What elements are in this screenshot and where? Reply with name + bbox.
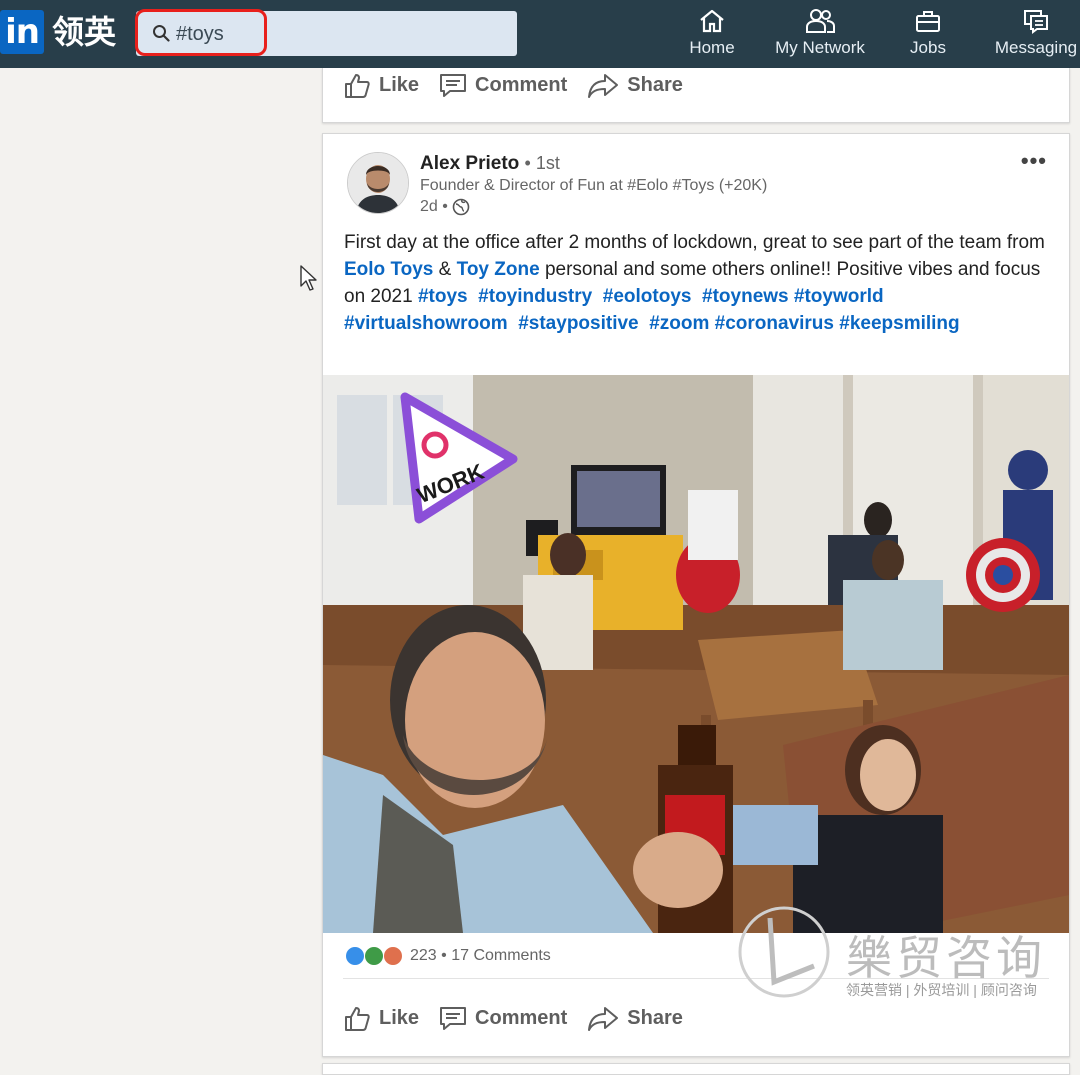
connection-degree: • 1st bbox=[524, 153, 560, 173]
globe-icon bbox=[452, 198, 470, 216]
love-reaction-icon bbox=[383, 946, 403, 966]
mention-toy-zone[interactable]: Toy Zone bbox=[457, 259, 540, 280]
share-label: Share bbox=[627, 73, 683, 96]
previous-post-actions: Like Comment Share bbox=[343, 65, 703, 105]
like-label: Like bbox=[379, 1006, 420, 1029]
post-text-part: & bbox=[433, 259, 457, 280]
previous-post-card: Like Comment Share bbox=[322, 68, 1070, 123]
like-reaction-icon bbox=[345, 946, 365, 966]
hashtag-link[interactable]: #coronavirus bbox=[715, 313, 834, 334]
reactions-count[interactable]: 223 bbox=[410, 947, 437, 965]
mention-eolo-toys[interactable]: Eolo Toys bbox=[344, 259, 433, 280]
hashtag-link[interactable]: #toynews bbox=[702, 286, 789, 307]
search-highlight-annotation bbox=[135, 9, 267, 56]
thumbs-up-icon bbox=[345, 74, 370, 98]
nav-home[interactable]: Home bbox=[688, 8, 736, 58]
like-button[interactable]: Like bbox=[343, 71, 419, 99]
top-navigation-bar: in 领英 Home My Network Jobs bbox=[0, 0, 1080, 68]
reaction-icons bbox=[345, 946, 403, 966]
nav-messaging[interactable]: Messaging bbox=[992, 8, 1080, 58]
comment-button[interactable]: Comment bbox=[439, 71, 567, 99]
post-actions: Like Comment Share bbox=[343, 998, 703, 1038]
comment-label: Comment bbox=[475, 73, 568, 96]
avatar-photo bbox=[348, 153, 408, 213]
post-meta: 2d • bbox=[420, 198, 470, 216]
comments-count[interactable]: • 17 Comments bbox=[441, 947, 551, 965]
thumbs-up-icon bbox=[345, 1007, 370, 1031]
briefcase-icon bbox=[916, 11, 940, 32]
post-text-part: First day at the office after 2 months o… bbox=[344, 232, 1045, 253]
share-label: Share bbox=[627, 1006, 683, 1029]
post-photo[interactable]: WORK bbox=[323, 375, 1069, 933]
linkedin-logo[interactable]: in bbox=[0, 10, 44, 54]
nav-home-label: Home bbox=[689, 38, 735, 57]
like-button[interactable]: Like bbox=[343, 1004, 419, 1032]
author-headline: Founder & Director of Fun at #Eolo #Toys… bbox=[420, 177, 768, 194]
home-icon bbox=[700, 9, 724, 33]
share-button[interactable]: Share bbox=[587, 71, 683, 99]
comment-icon bbox=[440, 74, 467, 97]
hashtag-link[interactable]: #eolotoys bbox=[603, 286, 692, 307]
post-card: Alex Prieto • 1st Founder & Director of … bbox=[322, 133, 1070, 1057]
author-avatar[interactable] bbox=[347, 152, 409, 214]
network-icon bbox=[806, 9, 835, 33]
nav-my-network-label: My Network bbox=[775, 38, 865, 57]
share-icon bbox=[588, 74, 619, 98]
author-name[interactable]: Alex Prieto • 1st bbox=[420, 153, 560, 175]
hashtag-link[interactable]: #zoom bbox=[649, 313, 709, 334]
hashtag-link[interactable]: #staypositive bbox=[518, 313, 638, 334]
hashtag-link[interactable]: #toyindustry bbox=[478, 286, 592, 307]
post-text: First day at the office after 2 months o… bbox=[344, 229, 1056, 337]
mouse-cursor-icon bbox=[300, 265, 317, 291]
nav-jobs-label: Jobs bbox=[910, 38, 946, 57]
social-counts[interactable]: 223 • 17 Comments bbox=[345, 946, 551, 966]
comment-label: Comment bbox=[475, 1006, 568, 1029]
hashtag-link[interactable]: #keepsmiling bbox=[839, 313, 959, 334]
like-label: Like bbox=[379, 73, 420, 96]
celebrate-reaction-icon bbox=[364, 946, 384, 966]
office-selfie-image: WORK bbox=[323, 375, 1069, 933]
share-button[interactable]: Share bbox=[587, 1004, 683, 1032]
linkedin-logo-text[interactable]: 领英 bbox=[52, 12, 116, 52]
comment-icon bbox=[440, 1007, 467, 1030]
next-post-card bbox=[322, 1063, 1070, 1075]
messaging-icon bbox=[1024, 10, 1048, 34]
nav-my-network[interactable]: My Network bbox=[770, 8, 870, 58]
divider bbox=[343, 978, 1049, 979]
share-icon bbox=[588, 1007, 619, 1031]
more-options-button[interactable]: ••• bbox=[1021, 148, 1047, 174]
author-name-text[interactable]: Alex Prieto bbox=[420, 153, 519, 174]
post-time: 2d • bbox=[420, 198, 448, 215]
hashtag-link[interactable]: #toyworld bbox=[794, 286, 884, 307]
hashtag-link[interactable]: #toys bbox=[418, 286, 468, 307]
hashtag-link[interactable]: #virtualshowroom bbox=[344, 313, 508, 334]
nav-messaging-label: Messaging bbox=[994, 38, 1078, 57]
comment-button[interactable]: Comment bbox=[439, 1004, 567, 1032]
nav-jobs[interactable]: Jobs bbox=[908, 8, 948, 58]
